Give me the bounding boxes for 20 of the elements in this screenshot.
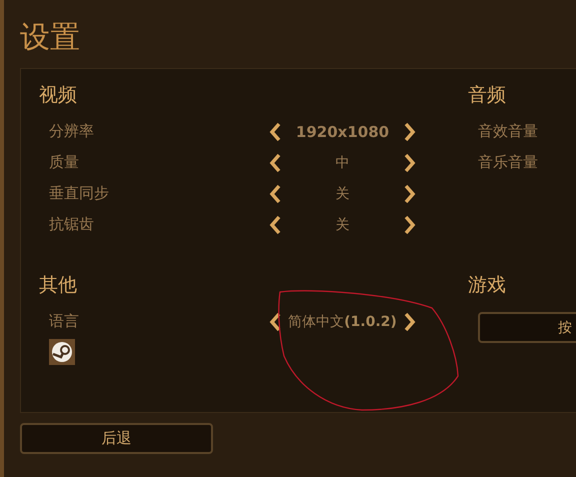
section-heading: 视频: [39, 83, 77, 108]
setting-value: 简体中文(1.0.2): [287, 312, 398, 330]
logo-icon[interactable]: [49, 339, 75, 365]
back-button[interactable]: 后退: [20, 423, 213, 454]
setting-label: 分辨率: [48, 122, 95, 141]
setting-value: 1920x1080: [294, 122, 390, 140]
setting-label: 语言: [48, 312, 80, 331]
page-title: 设置: [20, 20, 80, 56]
section-heading: 游戏: [468, 273, 506, 298]
setting-label: 垂直同步: [48, 184, 110, 203]
setting-label: 音乐音量: [477, 153, 539, 172]
setting-label: 质量: [48, 153, 80, 172]
section-heading: 其他: [39, 273, 77, 298]
game-button[interactable]: 按: [478, 312, 576, 343]
setting-value: 关: [334, 184, 350, 202]
setting-label: 音效音量: [477, 122, 539, 141]
section-heading: 音频: [468, 83, 506, 108]
setting-value: 关: [334, 216, 350, 234]
setting-value: 中: [334, 154, 350, 172]
setting-label: 抗锯齿: [48, 215, 95, 234]
